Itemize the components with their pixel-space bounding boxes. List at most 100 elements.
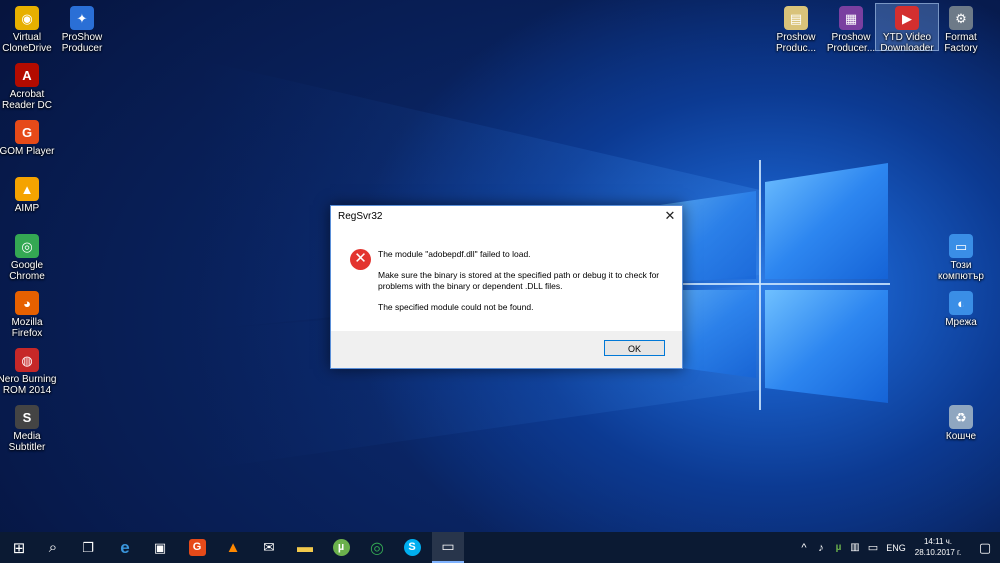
gom-player-icon: G (15, 120, 39, 144)
vlc-icon: ▲ (225, 539, 241, 556)
chrome-icon: ◎ (15, 234, 39, 258)
desktop-icon-this-pc[interactable]: ▭ Този компютър (930, 234, 992, 282)
icon-label: Format (945, 32, 977, 43)
dialog-footer: OK (331, 331, 682, 368)
icon-label: Proshow (831, 32, 871, 43)
media-subtitler-icon: S (15, 405, 39, 429)
icon-label: Firefox (11, 328, 43, 339)
taskbar-gom-player[interactable]: G (182, 532, 212, 563)
taskbar-vlc[interactable]: ▲ (218, 532, 248, 563)
desktop: ◉ Virtual CloneDrive ✦ ProShow Producer … (0, 0, 1000, 532)
error-message: The module "adobepdf.dll" failed to load… (378, 249, 531, 259)
utorrent-tray-icon[interactable]: µ (830, 542, 847, 553)
desktop-icon-aimp[interactable]: ▲ AIMP (0, 177, 58, 214)
icon-label: AIMP (14, 203, 40, 214)
icon-label: ROM 2014 (2, 385, 52, 396)
acrobat-icon: A (15, 63, 39, 87)
desktop-icon-mozilla-firefox[interactable]: ◕ Mozilla Firefox (0, 291, 58, 339)
taskbar-chrome[interactable]: ◎ (362, 532, 392, 563)
taskbar-store[interactable]: ▣ (145, 532, 175, 563)
desktop-icon-proshow-producer[interactable]: ✦ ProShow Producer (51, 6, 113, 54)
desktop-icon-nero-burning-rom[interactable]: ◍ Nero Burning ROM 2014 (0, 348, 58, 396)
chevron-up-icon[interactable]: ^ (796, 542, 812, 554)
desktop-icon-ytd-video-downloader[interactable]: ▶ YTD Video Downloader (875, 3, 939, 54)
icon-label: Virtual (12, 32, 42, 43)
utorrent-icon: µ (332, 539, 350, 556)
desktop-icon-acrobat-reader[interactable]: A Acrobat Reader DC (0, 63, 58, 111)
clock-time: 14:11 ч. (923, 537, 953, 546)
recycle-bin-icon: ♻ (949, 405, 973, 429)
icon-label: CloneDrive (2, 43, 52, 54)
start-button[interactable]: ⊞ (3, 532, 35, 563)
desktop-icon-gom-player[interactable]: G GOM Player (0, 120, 58, 157)
desktop-icon-recycle-bin[interactable]: ♻ Кошче (930, 405, 992, 442)
windows-icon: ⊞ (12, 539, 26, 557)
dialog-titlebar[interactable]: RegSvr32 ✕ (331, 206, 682, 228)
desktop-icon-virtual-clonedrive[interactable]: ◉ Virtual CloneDrive (0, 6, 58, 54)
window-icon: ▭ (441, 538, 455, 554)
icon-label: GOM Player (0, 146, 55, 157)
format-factory-icon: ⚙ (949, 6, 973, 30)
icon-label: Този (950, 260, 972, 271)
taskbar-skype[interactable]: S (397, 532, 427, 563)
taskbar-utorrent[interactable]: µ (326, 532, 356, 563)
system-tray: ^ ♪ µ ▥ ▭ ENG (796, 532, 909, 563)
desktop-icon-proshow-producer-1[interactable]: ▤ Proshow Produc... (765, 6, 827, 54)
icon-label: Chrome (9, 271, 45, 282)
error-reason: The specified module could not be found. (378, 302, 534, 312)
notifications-icon: ▢ (978, 539, 992, 555)
icon-label: Кошче (945, 431, 977, 442)
chrome-icon: ◎ (370, 539, 384, 557)
network-icon[interactable]: ▥ (847, 542, 863, 553)
desktop-icon-proshow-producer-2[interactable]: ▦ Proshow Producer... (820, 6, 882, 54)
taskbar-file-explorer[interactable]: ▬ (290, 532, 320, 563)
icon-label: Downloader (880, 43, 934, 54)
icon-label: Proshow (776, 32, 816, 43)
clock-date: 28.10.2017 г. (914, 548, 962, 557)
icon-label: Reader DC (1, 100, 53, 111)
error-detail: Make sure the binary is stored at the sp… (378, 270, 660, 291)
icon-label: Mozilla (11, 317, 43, 328)
taskbar-edge[interactable]: e (110, 532, 140, 563)
icon-label: компютър (937, 271, 984, 282)
edge-icon: e (120, 537, 130, 557)
icon-label: Producer... (826, 43, 876, 54)
close-icon[interactable]: ✕ (658, 206, 682, 228)
network-icon: ◐ (949, 291, 973, 315)
skype-icon: S (403, 539, 421, 556)
task-view-button[interactable]: ❐ (73, 532, 103, 563)
nero-icon: ◍ (15, 348, 39, 372)
desktop-icon-network[interactable]: ◐ Мрежа (930, 291, 992, 328)
firefox-icon: ◕ (15, 291, 39, 315)
action-center-button[interactable]: ▢ (970, 532, 1000, 563)
aimp-icon: ▲ (15, 177, 39, 201)
dialog-title: RegSvr32 (338, 211, 383, 222)
folder-icon: ▬ (297, 538, 313, 556)
language-indicator[interactable]: ENG (883, 543, 909, 553)
desktop-icon-format-factory[interactable]: ⚙ Format Factory (930, 6, 992, 54)
search-button[interactable]: ⌕ (38, 532, 68, 563)
dialog-body: ✕ The module "adobepdf.dll" failed to lo… (331, 228, 682, 331)
battery-icon[interactable]: ▭ (863, 541, 883, 554)
document-icon: ▤ (784, 6, 808, 30)
desktop-icon-google-chrome[interactable]: ◎ Google Chrome (0, 234, 58, 282)
icon-label: Subtitler (8, 442, 46, 453)
icon-label: Producer (61, 43, 103, 54)
archive-icon: ▦ (839, 6, 863, 30)
icon-label: Acrobat (9, 89, 45, 100)
taskbar-clock[interactable]: 14:11 ч. 28.10.2017 г. (908, 536, 968, 558)
speaker-icon[interactable]: ♪ (812, 542, 830, 554)
icon-label: Nero Burning (0, 374, 57, 385)
taskbar-regsvr32-window[interactable]: ▭ (432, 532, 464, 563)
store-icon: ▣ (153, 539, 167, 555)
icon-label: Media (13, 431, 41, 442)
ytd-icon: ▶ (895, 6, 919, 30)
regsvr32-dialog: RegSvr32 ✕ ✕ The module "adobepdf.dll" f… (330, 205, 683, 369)
desktop-icon-media-subtitler[interactable]: S Media Subtitler (0, 405, 58, 453)
clonedrive-icon: ◉ (15, 6, 39, 30)
icon-label: ProShow (61, 32, 103, 43)
ok-button[interactable]: OK (604, 340, 665, 356)
taskbar-mail[interactable]: ✉ (254, 532, 284, 563)
icon-label: Produc... (775, 43, 817, 54)
search-icon: ⌕ (48, 539, 58, 556)
